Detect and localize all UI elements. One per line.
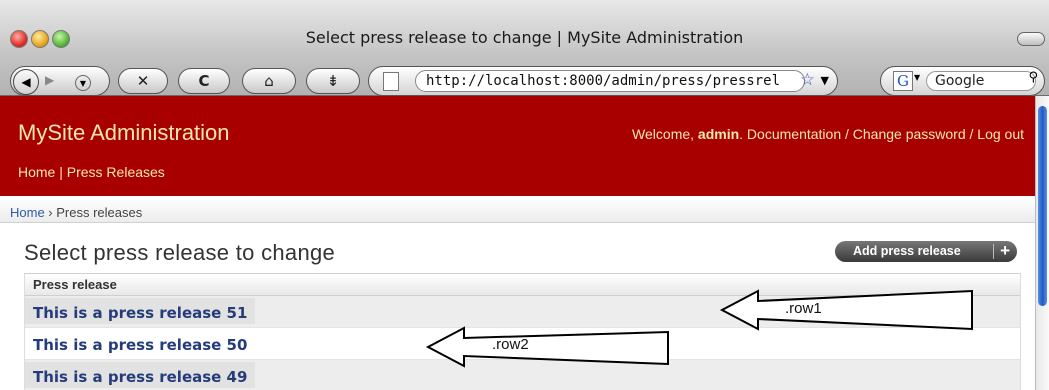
- page-icon: [383, 72, 399, 91]
- home-icon: ⌂: [264, 72, 274, 90]
- username: admin: [697, 126, 740, 142]
- press-release-link[interactable]: This is a press release 51: [25, 298, 256, 324]
- window-title: Select press release to change | MySite …: [305, 28, 744, 47]
- back-button[interactable]: ◀: [13, 69, 39, 95]
- home-button[interactable]: ⌂: [242, 68, 296, 94]
- url-dropdown-icon[interactable]: ▼: [821, 74, 829, 87]
- press-release-link[interactable]: This is a press release 50: [25, 330, 255, 356]
- add-press-release-button[interactable]: Add press release +: [835, 241, 1017, 262]
- bookmark-star-icon[interactable]: ☆: [800, 70, 815, 90]
- stop-icon: ✕: [136, 72, 150, 90]
- admin-nav-links[interactable]: Home | Press Releases: [18, 164, 165, 180]
- history-dropdown-button[interactable]: ▼: [75, 75, 91, 91]
- search-bar: G ▼ Google ⚲: [880, 66, 1045, 96]
- forward-arrow-icon: ▶: [45, 73, 55, 87]
- vertical-scrollbar[interactable]: [1035, 96, 1049, 390]
- scrollbar-thumb[interactable]: [1038, 106, 1047, 306]
- user-tools: Welcome, admin. Documentation / Change p…: [632, 126, 1024, 142]
- row2-callout-label: .row2: [492, 336, 529, 353]
- browser-titlebar: Select press release to change | MySite …: [0, 0, 1049, 96]
- reload-button[interactable]: C: [178, 68, 230, 94]
- back-arrow-icon: ◀: [21, 75, 31, 89]
- breadcrumb: Home › Press releases: [0, 197, 1036, 223]
- page-title: Select press release to change: [24, 240, 336, 265]
- bookmark-button[interactable]: ⇟: [306, 68, 360, 94]
- search-input[interactable]: Google: [926, 71, 1036, 91]
- reload-icon: C: [198, 72, 210, 90]
- stop-button[interactable]: ✕: [118, 68, 168, 94]
- breadcrumb-separator: ›: [44, 205, 57, 220]
- row1-callout-label: .row1: [785, 300, 822, 317]
- search-engine-dropdown-icon[interactable]: ▼: [914, 73, 920, 82]
- browser-window: Select press release to change | MySite …: [0, 0, 1049, 390]
- url-input[interactable]: http://localhost:8000/admin/press/pressr…: [415, 70, 805, 92]
- plus-icon: +: [1000, 241, 1010, 260]
- search-icon[interactable]: ⚲: [1028, 70, 1038, 85]
- breadcrumb-home-link[interactable]: Home: [10, 205, 45, 220]
- bookmark-icon: ⇟: [326, 72, 340, 90]
- google-icon[interactable]: G: [893, 71, 913, 91]
- site-title: MySite Administration: [18, 120, 230, 145]
- forward-button[interactable]: ▶: [45, 73, 54, 87]
- add-button-divider: [993, 244, 994, 259]
- row2-callout: [425, 326, 669, 368]
- toolbar-toggle-button[interactable]: [1017, 32, 1045, 46]
- user-links[interactable]: . Documentation / Change password / Log …: [739, 126, 1024, 142]
- row1-callout: [719, 289, 973, 331]
- admin-header: MySite Administration Welcome, admin. Do…: [0, 96, 1036, 196]
- back-forward-group: ◀ ▶ ▼: [10, 66, 110, 96]
- address-bar: http://localhost:8000/admin/press/pressr…: [368, 66, 838, 96]
- press-release-link[interactable]: This is a press release 49: [25, 362, 256, 388]
- welcome-text: Welcome,: [632, 126, 695, 142]
- breadcrumb-current: Press releases: [56, 205, 143, 220]
- add-button-label: Add press release: [853, 244, 961, 258]
- chevron-down-icon: ▼: [79, 78, 87, 88]
